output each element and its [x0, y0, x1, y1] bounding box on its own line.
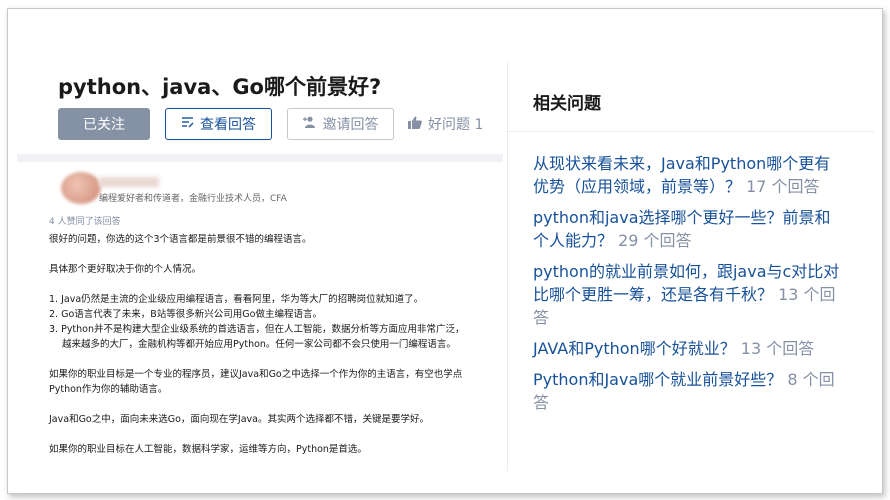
answer-card: 编程爱好者和传道者，金融行业技术人员，CFA 4 人赞同了该回答 很好的问题，你… [49, 169, 509, 469]
view-answers-button[interactable]: 查看回答 [165, 108, 272, 140]
list-item: 3. Python并不是构建大型企业级系统的首选语言，但在人工智能，数据分析等方… [49, 322, 509, 352]
upvote-count: 4 人赞同了该回答 [49, 217, 121, 227]
related-question-text: Python和Java哪个就业前景好些？ [533, 370, 783, 389]
question-title: python、java、Go哪个前景好? [58, 75, 382, 99]
avatar[interactable] [61, 172, 101, 204]
view-answers-label: 查看回答 [200, 117, 256, 133]
add-user-icon [302, 116, 317, 132]
list-edit-icon [181, 116, 194, 132]
related-question-link[interactable]: python和java选择哪个更好一些？前景和个人能力？ 29 个回答 [533, 206, 843, 252]
screenshot-frame: python、java、Go哪个前景好? 已关注 查看回答 邀请回答 好问题 1… [7, 8, 883, 494]
answer-paragraph: 如果你的职业目标是一个专业的程序员，建议Java和Go之中选择一个作为你的主语言… [49, 367, 509, 397]
related-questions-title: 相关问题 [533, 94, 601, 114]
list-item: 1. Java仍然是主流的企业级应用编程语言，看看阿里，华为等大厂的招聘岗位就知… [49, 294, 424, 305]
answer-list: 1. Java仍然是主流的企业级应用编程语言，看看阿里，华为等大厂的招聘岗位就知… [49, 292, 509, 352]
follow-button[interactable]: 已关注 [58, 108, 150, 140]
invite-answer-label: 邀请回答 [322, 117, 379, 133]
list-item: 2. Go语言代表了未来，B站等很多新兴公司用Go做主编程语言。 [49, 309, 322, 320]
answer-line: Python作为你的辅助语言。 [49, 384, 168, 395]
related-question-link[interactable]: Python和Java哪个就业前景好些？ 8 个回答 [533, 368, 843, 414]
list-item-text: 3. Python并不是构建大型企业级系统的首选语言，但在人工智能，数据分析等方… [49, 324, 465, 335]
answer-paragraph: 具体那个更好取决于你的个人情况。 [49, 264, 202, 275]
good-question-button[interactable]: 好问题 1 [408, 108, 488, 140]
answer-paragraph: 如果你的职业目标在人工智能，数据科学家，运维等方向，Python是首选。 [49, 444, 367, 455]
related-question-link[interactable]: python的就业前景如何，跟java与c对比对比哪个更胜一筹，还是各有千秋？ … [533, 260, 843, 329]
follow-button-label: 已关注 [83, 117, 125, 133]
answer-paragraph: Java和Go之中，面向未来选Go，面向现在学Java。其实两个选择都不错，关键… [49, 414, 429, 425]
answer-paragraph: 很好的问题，你选的这个3个语言都是前景很不错的编程语言。 [49, 234, 312, 245]
related-question-link[interactable]: JAVA和Python哪个好就业？ 13 个回答 [533, 337, 843, 360]
answer-line: 如果你的职业目标是一个专业的程序员，建议Java和Go之中选择一个作为你的主语言… [49, 369, 463, 380]
good-question-label: 好问题 1 [428, 117, 484, 133]
related-question-count: 17 个回答 [746, 177, 820, 196]
list-item-continuation: 越来越多的大厂，金融机构等都开始应用Python。任何一家公司都不会只使用一门编… [62, 339, 456, 350]
section-divider [17, 154, 503, 162]
related-questions-panel: 相关问题 从现状来看未来，Java和Python哪个更有优势（应用领域，前景等）… [507, 61, 874, 471]
author-bio: 编程爱好者和传道者，金融行业技术人员，CFA [99, 194, 287, 204]
thumbs-up-icon [408, 116, 422, 133]
related-question-count: 13 个回答 [740, 339, 815, 358]
related-questions-list: 从现状来看未来，Java和Python哪个更有优势（应用领域，前景等）？ 17 … [533, 152, 843, 422]
answer-body: 很好的问题，你选的这个3个语言都是前景很不错的编程语言。 具体那个更好取决于你的… [49, 232, 509, 472]
author-name-blurred[interactable] [99, 177, 159, 187]
related-question-link[interactable]: 从现状来看未来，Java和Python哪个更有优势（应用领域，前景等）？ 17 … [533, 152, 843, 198]
related-questions-header: 相关问题 [508, 61, 874, 132]
invite-answer-button[interactable]: 邀请回答 [287, 108, 394, 140]
related-question-text: JAVA和Python哪个好就业？ [533, 339, 736, 358]
related-question-count: 29 个回答 [618, 231, 692, 250]
